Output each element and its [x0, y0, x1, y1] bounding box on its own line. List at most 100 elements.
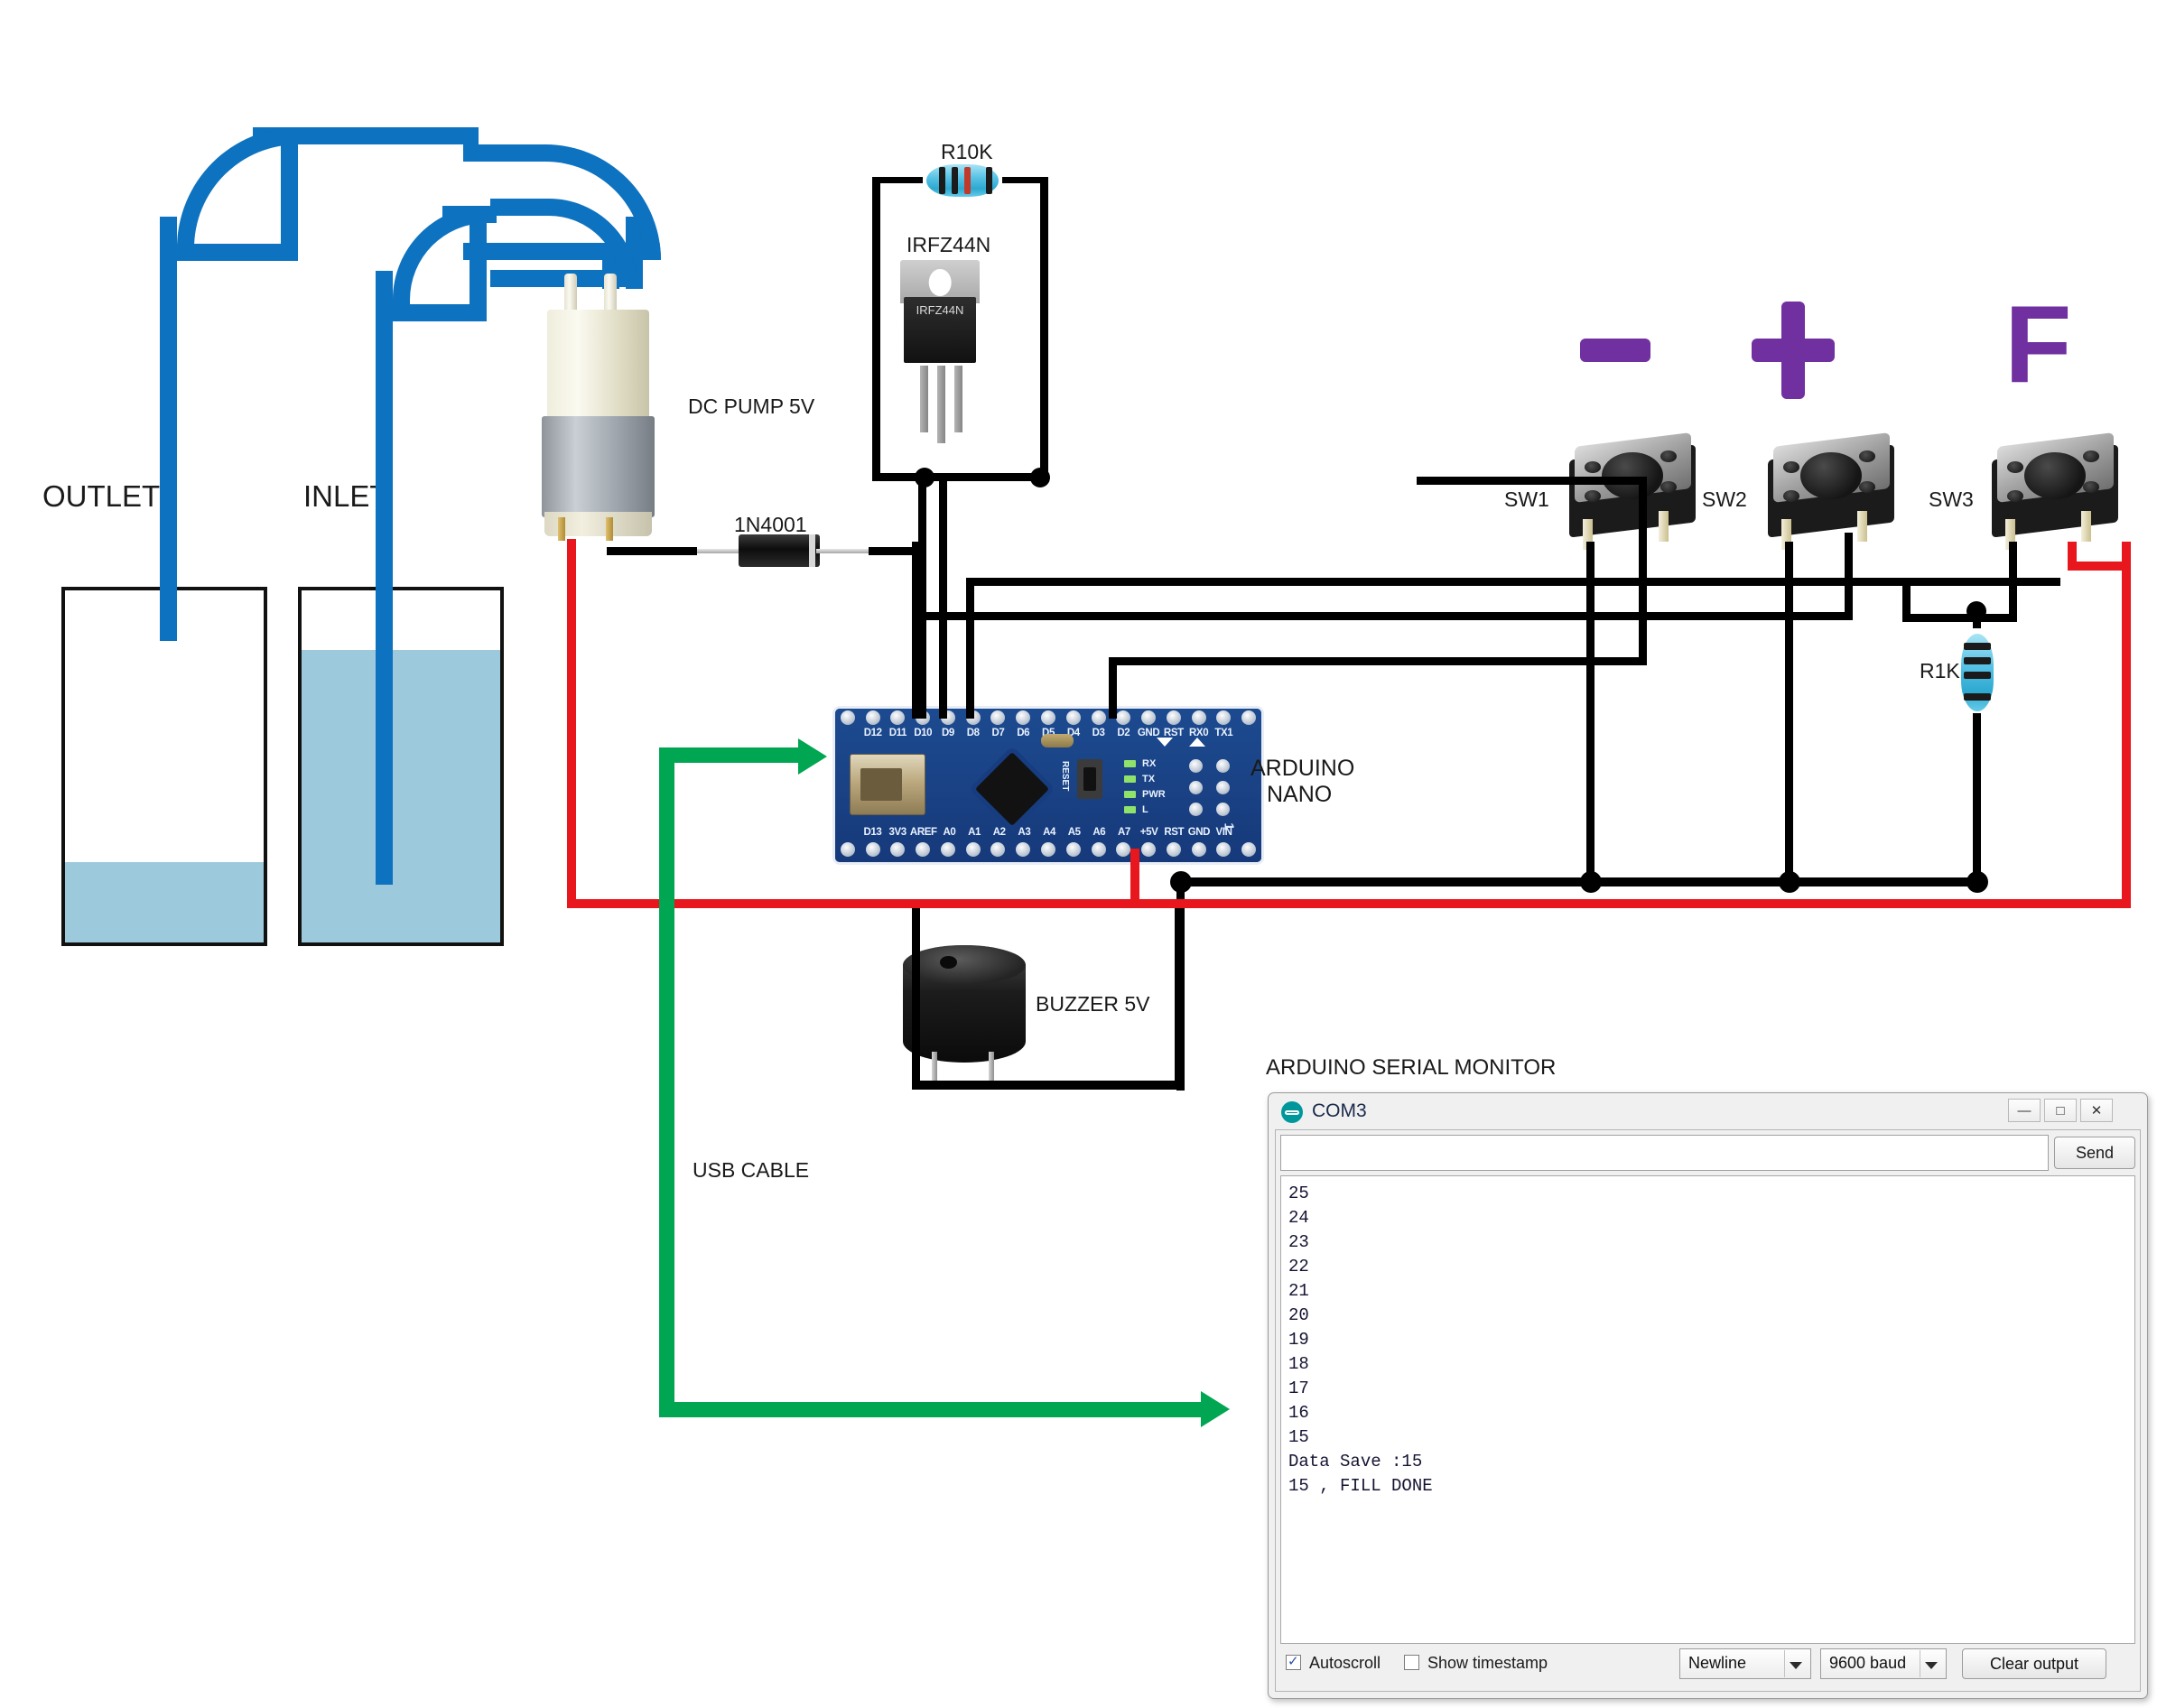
nano-pin-label: A0 — [943, 827, 956, 838]
r1k-label: R1K — [1920, 659, 1960, 682]
window-title: COM3 — [1312, 1100, 1367, 1121]
r10k-band-3 — [964, 167, 971, 194]
maximize-button[interactable]: □ — [2044, 1099, 2077, 1122]
sw3-corner-tr — [2082, 450, 2099, 462]
r1k-band-2 — [1964, 657, 1991, 664]
serial-monitor-titlebar: COM3 — □ ✕ — [1269, 1093, 2147, 1129]
nano-pin-label: D3 — [1092, 728, 1105, 738]
wire-d2-horizontal — [1109, 657, 1647, 665]
wire-usb-top-horizontal — [659, 747, 804, 763]
nano-bottom-pad — [1036, 840, 1061, 862]
wire-buzzer-bottom — [912, 1081, 1183, 1090]
sw3-corner-bl — [2006, 490, 2023, 502]
wire-sw2-right-leg-down — [1845, 533, 1853, 620]
f-symbol: F — [2004, 283, 2072, 405]
r10k-label: R10K — [941, 140, 993, 163]
nano-icsp-pad — [1216, 759, 1230, 773]
diode-lead-right — [816, 549, 872, 553]
serial-output-line: 25 — [1288, 1184, 1309, 1203]
buzzer-top-face — [903, 945, 1026, 986]
serial-output-line: 23 — [1288, 1231, 1309, 1252]
arduino-nano-label-line2: NANO — [1267, 782, 1333, 807]
mosfet-leg-source — [954, 366, 962, 432]
outlet-tube-drop — [160, 217, 177, 641]
nano-pin-label: A5 — [1067, 827, 1081, 838]
nano-pin-label — [1236, 728, 1261, 742]
nano-icsp-pad — [1189, 803, 1203, 816]
sw2-button-cap[interactable] — [1800, 452, 1862, 499]
sw3-label: SW3 — [1929, 487, 1974, 511]
maximize-icon: □ — [2056, 1102, 2065, 1119]
line-ending-select[interactable]: Newline — [1679, 1648, 1811, 1679]
baud-rate-value: 9600 baud — [1829, 1654, 1907, 1672]
nano-icsp-pad — [1216, 781, 1230, 794]
wire-5v-pump-leg — [567, 539, 576, 906]
serial-output-area[interactable]: 25 24 23 22 21 20 19 18 17 16 15 Data Sa… — [1280, 1175, 2135, 1644]
wire-r10k-lead-left — [872, 177, 923, 183]
nano-reset-button[interactable] — [1077, 759, 1102, 799]
nano-pin-label — [1236, 827, 1261, 841]
inlet-tube-drop — [376, 271, 393, 885]
sw3-button-cap[interactable] — [2024, 452, 2086, 499]
r1k-band-4 — [1964, 693, 1991, 701]
wire-r10k-right-rail — [1040, 177, 1048, 479]
wire-r1k-bottom-lead — [1973, 713, 1981, 881]
minus-symbol — [1580, 339, 1650, 362]
pump-head — [546, 310, 650, 422]
nano-pin-label: A1 — [968, 827, 981, 838]
nano-tx-arrow-icon — [1189, 738, 1205, 747]
line-ending-value: Newline — [1688, 1654, 1747, 1672]
serial-send-input[interactable] — [1280, 1135, 2049, 1171]
buzzer-label: BUZZER 5V — [1036, 992, 1150, 1016]
r1k-band-1 — [1964, 643, 1991, 650]
wire-5v-bottom-bus-right — [1761, 899, 2131, 908]
nano-bottom-pad — [1236, 840, 1261, 862]
nano-bottom-pad — [935, 840, 961, 862]
serial-output-line: 15 — [1288, 1426, 1309, 1447]
minimize-button[interactable]: — — [2008, 1099, 2041, 1122]
send-button[interactable]: Send — [2054, 1137, 2135, 1169]
wire-d8-branch-to-r1k — [1902, 578, 1911, 621]
nano-bottom-pad — [986, 840, 1011, 862]
nano-pin-label: A7 — [1117, 827, 1130, 838]
serial-output-line: 18 — [1288, 1353, 1309, 1374]
close-button[interactable]: ✕ — [2080, 1099, 2113, 1122]
r10k-band-2 — [952, 167, 958, 194]
baud-rate-select[interactable]: 9600 baud — [1820, 1648, 1947, 1679]
sw2-leg-right — [1857, 511, 1867, 542]
show-timestamp-label: Show timestamp — [1427, 1654, 1548, 1672]
sw3-corner-br — [2082, 481, 2099, 493]
inlet-tube-bend-left — [393, 206, 487, 321]
nano-pin-label: VIN — [1215, 827, 1232, 838]
nano-bottom-pad — [1136, 840, 1161, 862]
serial-output-line: 19 — [1288, 1329, 1309, 1350]
usb-arrow-to-monitor-icon — [1201, 1391, 1230, 1427]
serial-monitor-caption: ARDUINO SERIAL MONITOR — [1266, 1055, 1557, 1080]
node-gnd-sw2 — [1779, 871, 1800, 893]
sw2-corner-bl — [1782, 490, 1799, 502]
clear-output-button[interactable]: Clear output — [1962, 1648, 2106, 1679]
nano-led-rx — [1124, 760, 1136, 767]
outlet-tube-bend-left — [177, 127, 298, 261]
autoscroll-checkbox[interactable] — [1286, 1653, 1301, 1670]
sw1-button-cap[interactable] — [1602, 452, 1663, 499]
show-timestamp-checkbox[interactable] — [1404, 1655, 1419, 1670]
mosfet-mount-hole — [928, 269, 952, 296]
dc-pump — [537, 271, 659, 551]
circuit-diagram-canvas: OUTLET INLET DC PUMP 5V 1N4001 R10K IRFZ… — [0, 0, 2157, 1708]
wire-pump-neg-to-diode — [607, 547, 697, 555]
nano-pin-label: A4 — [1043, 827, 1055, 838]
chevron-down-icon — [1790, 1662, 1802, 1669]
nano-pin-label: GND — [1187, 827, 1211, 838]
wire-5v-nano-leg — [1130, 849, 1139, 903]
mosfet-irfz44n: IRFZ44N — [900, 260, 980, 373]
nano-pin-label: TX1 — [1214, 728, 1233, 738]
nano-pin-label: +5V — [1139, 827, 1158, 838]
serial-output-line: 24 — [1288, 1207, 1309, 1228]
nano-pin-label: D6 — [1017, 728, 1030, 738]
nano-pin-label: D13 — [863, 827, 882, 838]
nano-led-label-tx: TX — [1142, 774, 1156, 784]
wire-d10-vertical — [912, 542, 920, 719]
nano-icsp-pad — [1216, 803, 1230, 816]
wire-sw3-to-r1k-horizontal — [1902, 614, 2017, 622]
